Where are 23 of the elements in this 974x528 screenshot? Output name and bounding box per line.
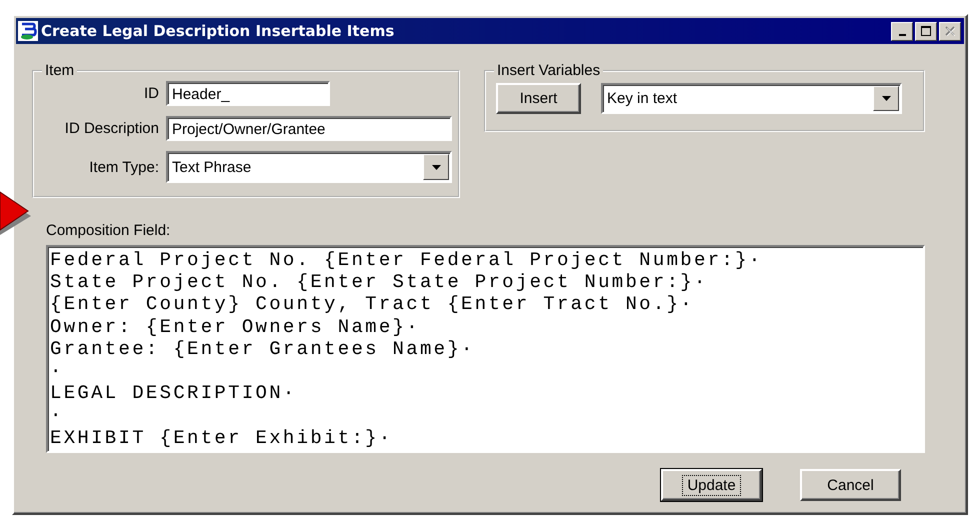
- minimize-button[interactable]: [891, 22, 913, 40]
- window-title: Create Legal Description Insertable Items: [41, 22, 396, 40]
- group-label: Item: [44, 62, 76, 79]
- group-label: Insert Variables: [496, 62, 602, 79]
- caret-icon: [882, 96, 890, 101]
- caret-icon: [432, 164, 440, 170]
- cancel-button[interactable]: Cancel: [800, 469, 901, 501]
- field-label: ID: [143, 85, 159, 102]
- id-field[interactable]: Header_: [166, 81, 330, 106]
- app-logo-icon: [18, 21, 38, 41]
- update-button[interactable]: Update: [661, 469, 762, 501]
- composition-field[interactable]: Federal Project No. {Enter Federal Project Number:}· State Project No. {Enter State Project Number:}· {Enter County} County, Tract {Enter Tract No.}· Owner: {Enter Owners Name}· Grantee: {Enter Grantees Name}· · LEGAL DESCRIPTION· · EXHIBIT {Enter Exhibit:}·: [46, 245, 925, 453]
- description-field[interactable]: Project/Owner/Grantee: [166, 116, 452, 141]
- minimize-icon: [898, 34, 906, 36]
- maximize-icon: [921, 26, 931, 36]
- insert-button[interactable]: Insert: [496, 83, 581, 114]
- field-label: ID Description: [64, 120, 159, 137]
- field-label: Composition Field:: [46, 222, 172, 239]
- maximize-button[interactable]: [915, 22, 937, 40]
- close-icon: [945, 26, 955, 36]
- variable-dropdown[interactable]: Key in text: [601, 83, 902, 114]
- field-label: Item Type:: [88, 158, 159, 176]
- item-type-dropdown[interactable]: Text Phrase: [166, 151, 452, 183]
